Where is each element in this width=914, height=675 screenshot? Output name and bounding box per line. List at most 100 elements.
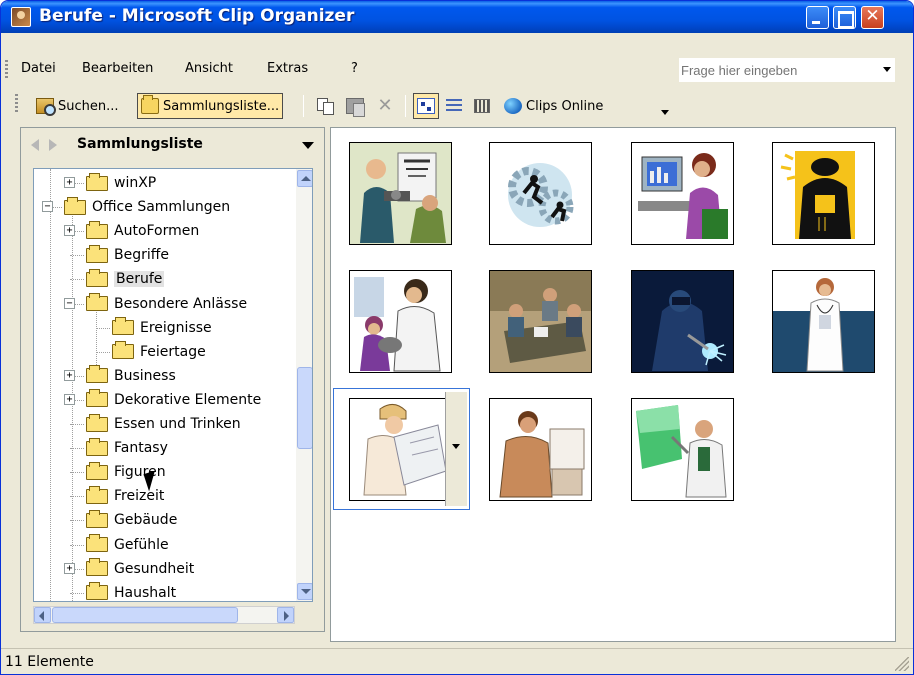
tree-item-dekorative-elemente[interactable]: Dekorative Elemente	[86, 388, 261, 412]
tree-item-gebäude[interactable]: Gebäude	[86, 508, 177, 532]
tree-connector	[50, 169, 51, 601]
copy-icon	[316, 98, 334, 115]
maximize-button[interactable]	[833, 6, 856, 29]
scroll-thumb-horizontal[interactable]	[52, 607, 238, 623]
clips-online-button[interactable]: Clips Online	[501, 93, 606, 119]
tree-item-gefühle[interactable]: Gefühle	[86, 533, 169, 557]
clip-architect[interactable]	[349, 398, 452, 501]
forward-arrow-icon[interactable]	[49, 139, 57, 151]
clip-construction-worker[interactable]	[772, 142, 875, 245]
collection-list-button[interactable]: Sammlungsliste...	[137, 93, 284, 119]
minimize-button[interactable]	[806, 6, 829, 29]
tree-item-fantasy[interactable]: Fantasy	[86, 436, 168, 460]
resize-grip-icon[interactable]	[895, 657, 909, 671]
tree-item-winxp[interactable]: winXP	[86, 171, 156, 195]
clip-presenter[interactable]	[631, 398, 734, 501]
paste-button[interactable]	[343, 93, 367, 119]
menu-datei[interactable]: Datei	[21, 61, 56, 76]
tree-item-office-sammlungen[interactable]: Office Sammlungen	[64, 195, 230, 219]
tree-connector	[70, 544, 84, 546]
globe-icon	[504, 98, 522, 114]
menu-bearbeiten[interactable]: Bearbeiten	[82, 61, 153, 76]
tree-item-berufe[interactable]: Berufe	[86, 267, 165, 291]
tree-item-feiertage[interactable]: Feiertage	[112, 340, 206, 364]
tree-item-besondere-anlässe[interactable]: Besondere Anlässe	[86, 292, 247, 316]
menubar-grip[interactable]	[5, 60, 8, 78]
folder-icon	[86, 461, 108, 480]
clip-meeting[interactable]	[489, 270, 592, 373]
menu-ansicht[interactable]: Ansicht	[185, 61, 233, 76]
folder-icon	[86, 437, 108, 456]
title-bar[interactable]: Berufe - Microsoft Clip Organizer ✕	[1, 1, 913, 33]
tree-item-begriffe[interactable]: Begriffe	[86, 243, 169, 267]
clip-veterinarian[interactable]	[349, 270, 452, 373]
folder-icon	[112, 341, 134, 360]
scroll-right-icon[interactable]	[277, 607, 294, 623]
list-view-button[interactable]	[443, 93, 465, 119]
clip-options-dropdown[interactable]	[445, 392, 467, 506]
scroll-left-icon[interactable]	[34, 607, 51, 623]
tree-connector	[70, 424, 84, 425]
pane-header: Sammlungsliste	[21, 128, 324, 162]
folder-icon	[141, 95, 159, 114]
tree-vertical-scrollbar[interactable]	[296, 169, 312, 601]
details-icon	[474, 99, 490, 113]
tree-connector	[96, 327, 110, 329]
clip-gallery	[330, 127, 896, 642]
details-view-button[interactable]	[471, 93, 493, 119]
tree-item-ereignisse[interactable]: Ereignisse	[112, 316, 212, 340]
tree-item-label: Begriffe	[114, 247, 170, 264]
toolbar-grip[interactable]	[15, 94, 18, 112]
expand-icon[interactable]: +	[64, 562, 75, 574]
tree-item-label: Ereignisse	[140, 319, 212, 336]
copy-button[interactable]	[313, 93, 337, 119]
expand-icon[interactable]: +	[64, 225, 75, 237]
thumbnails-view-button[interactable]	[413, 93, 439, 119]
tree-item-gesundheit[interactable]: Gesundheit	[86, 557, 194, 581]
close-button[interactable]: ✕	[861, 6, 884, 29]
delete-button[interactable]: ✕	[373, 93, 397, 119]
menu-help[interactable]: ?	[351, 61, 358, 76]
collapse-icon[interactable]: −	[42, 201, 53, 213]
collapse-icon[interactable]: −	[64, 297, 75, 309]
tree-item-label: Office Sammlungen	[92, 199, 231, 216]
status-text: 11 Elemente	[5, 654, 94, 670]
back-arrow-icon[interactable]	[31, 139, 39, 151]
expand-icon[interactable]: +	[64, 393, 75, 405]
app-icon[interactable]	[11, 7, 31, 27]
clip-welder[interactable]	[631, 270, 734, 373]
tree-item-autoformen[interactable]: AutoFormen	[86, 219, 199, 243]
ask-question-input[interactable]	[681, 60, 871, 80]
clip-computer-worker[interactable]	[631, 142, 734, 245]
clip-optician[interactable]	[349, 142, 452, 245]
expand-icon[interactable]: +	[64, 177, 75, 188]
toolbar-overflow-icon[interactable]	[661, 110, 669, 115]
tree-connector	[96, 351, 110, 353]
pane-menu-chevron-icon[interactable]	[302, 142, 314, 149]
folder-icon	[86, 485, 108, 504]
tree-horizontal-scrollbar[interactable]	[33, 606, 295, 624]
list-icon	[446, 99, 462, 113]
tree-item-haushalt[interactable]: Haushalt	[86, 581, 176, 601]
scroll-down-icon[interactable]	[297, 583, 312, 600]
menu-extras[interactable]: Extras	[267, 61, 308, 76]
clip-gears-runners[interactable]	[489, 142, 592, 245]
search-button[interactable]: Suchen...	[33, 93, 122, 119]
clip-doctor[interactable]	[772, 270, 875, 373]
clip-office-worker[interactable]	[489, 398, 592, 501]
tree-connector	[70, 279, 84, 281]
paste-icon	[346, 98, 365, 117]
scroll-thumb[interactable]	[297, 367, 312, 449]
chevron-down-icon[interactable]	[883, 67, 891, 72]
collection-list-pane: Sammlungsliste + winXP − Office Sammlungen +…	[20, 127, 325, 632]
tree-item-label: Besondere Anlässe	[114, 295, 248, 312]
tree-item-essen-und-trinken[interactable]: Essen und Trinken	[86, 412, 241, 436]
close-icon: ✕	[865, 6, 880, 26]
tree-item-business[interactable]: Business	[86, 364, 176, 388]
scroll-up-icon[interactable]	[297, 170, 312, 187]
tree-item-label: Essen und Trinken	[114, 416, 241, 432]
expand-icon[interactable]: +	[64, 369, 75, 381]
toolbar: Suchen... Sammlungsliste... ✕ Clips Onli…	[15, 91, 671, 123]
collection-tree[interactable]: + winXP − Office Sammlungen + AutoFormen Begri…	[33, 168, 313, 602]
ask-question-box[interactable]	[678, 57, 896, 83]
